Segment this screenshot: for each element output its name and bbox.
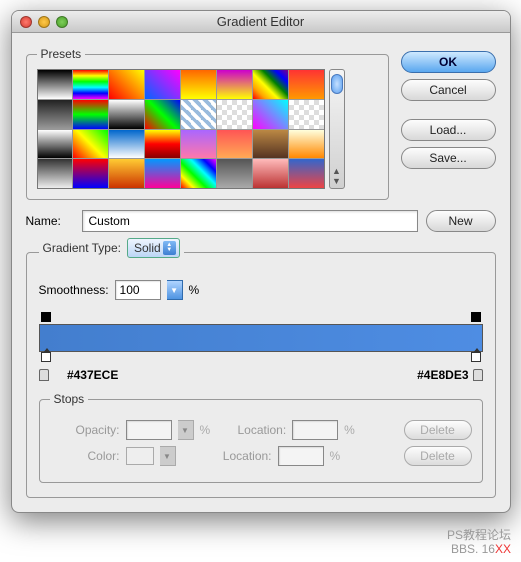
- presets-scrollbar[interactable]: ▲ ▼: [329, 69, 345, 189]
- opacity-row: Opacity: ▼ % Location: % Delete: [50, 420, 472, 440]
- preset-swatch[interactable]: [73, 159, 108, 188]
- preset-swatch[interactable]: [109, 70, 144, 99]
- lock-icon: [39, 369, 49, 381]
- zoom-icon[interactable]: [56, 16, 68, 28]
- color-location-label: Location:: [202, 449, 272, 463]
- gradient-editor-window: Gradient Editor Presets ▲ ▼ OK: [11, 10, 511, 513]
- window-title: Gradient Editor: [12, 14, 510, 29]
- preset-swatch[interactable]: [253, 159, 288, 188]
- gradient-area: #437ECE #4E8DE3: [39, 312, 483, 382]
- color-dropdown-icon: ▼: [160, 446, 176, 466]
- color-stop-right[interactable]: [471, 352, 481, 362]
- load-button[interactable]: Load...: [401, 119, 496, 141]
- preset-swatch[interactable]: [38, 130, 73, 159]
- preset-swatch[interactable]: [109, 130, 144, 159]
- scroll-up-icon[interactable]: ▲: [332, 166, 341, 176]
- opacity-dropdown-icon: ▼: [178, 420, 194, 440]
- color-label: Color:: [50, 449, 120, 463]
- preset-swatch[interactable]: [253, 130, 288, 159]
- chevron-updown-icon: ▲▼: [163, 241, 176, 255]
- preset-swatch[interactable]: [109, 100, 144, 129]
- close-icon[interactable]: [20, 16, 32, 28]
- minimize-icon[interactable]: [38, 16, 50, 28]
- cancel-button[interactable]: Cancel: [401, 79, 496, 101]
- color-row: Color: ▼ Location: % Delete: [50, 446, 472, 466]
- opacity-location-label: Location:: [216, 423, 286, 437]
- opacity-stop-left[interactable]: [41, 312, 51, 322]
- stops-legend: Stops: [50, 392, 89, 406]
- preset-swatch[interactable]: [253, 70, 288, 99]
- new-button[interactable]: New: [426, 210, 496, 232]
- preset-swatch[interactable]: [253, 100, 288, 129]
- preset-swatch[interactable]: [73, 100, 108, 129]
- window-body: Presets ▲ ▼ OK Cancel Load...: [12, 33, 510, 512]
- delete-opacity-stop-button: Delete: [404, 420, 472, 440]
- opacity-location-input: [292, 420, 338, 440]
- smoothness-dropdown-icon[interactable]: ▼: [167, 280, 183, 300]
- name-row: Name: New: [26, 210, 496, 232]
- opacity-stops: [39, 312, 483, 324]
- color-stop-left[interactable]: [41, 352, 51, 362]
- opacity-unit: %: [200, 423, 211, 437]
- scroll-thumb[interactable]: [331, 74, 343, 94]
- smoothness-row: Smoothness: ▼ %: [39, 280, 483, 300]
- preset-swatch[interactable]: [109, 159, 144, 188]
- preset-swatch[interactable]: [145, 130, 180, 159]
- preset-swatch[interactable]: [145, 70, 180, 99]
- gradient-type-select[interactable]: Solid ▲▼: [127, 238, 180, 258]
- preset-swatch[interactable]: [217, 70, 252, 99]
- gradient-type-fieldset: Gradient Type: Solid ▲▼ Smoothness: ▼ %: [26, 242, 496, 498]
- name-input[interactable]: [82, 210, 418, 232]
- preset-swatch[interactable]: [38, 100, 73, 129]
- action-buttons: OK Cancel Load... Save...: [401, 47, 496, 200]
- delete-color-stop-button: Delete: [404, 446, 472, 466]
- save-button[interactable]: Save...: [401, 147, 496, 169]
- smoothness-label: Smoothness:: [39, 283, 109, 297]
- titlebar[interactable]: Gradient Editor: [12, 11, 510, 33]
- preset-swatch[interactable]: [217, 130, 252, 159]
- preset-swatch[interactable]: [217, 159, 252, 188]
- opacity-location-unit: %: [344, 423, 355, 437]
- opacity-input: [126, 420, 172, 440]
- preset-swatch[interactable]: [289, 130, 324, 159]
- color-stops: [39, 352, 483, 364]
- preset-swatch[interactable]: [289, 159, 324, 188]
- preset-swatch[interactable]: [181, 130, 216, 159]
- preset-swatch[interactable]: [289, 70, 324, 99]
- gradient-type-legend: Gradient Type: Solid ▲▼: [39, 242, 184, 262]
- hex-row: #437ECE #4E8DE3: [39, 368, 483, 382]
- preset-swatch[interactable]: [181, 70, 216, 99]
- preset-grid[interactable]: [37, 69, 325, 189]
- name-label: Name:: [26, 214, 74, 228]
- color-location-unit: %: [330, 449, 341, 463]
- preset-swatch[interactable]: [38, 70, 73, 99]
- scroll-down-icon[interactable]: ▼: [332, 176, 341, 186]
- preset-swatch[interactable]: [73, 70, 108, 99]
- presets-legend: Presets: [37, 47, 86, 61]
- color-location-input: [278, 446, 324, 466]
- lock-icon: [473, 369, 483, 381]
- preset-swatch[interactable]: [38, 159, 73, 188]
- preset-swatch[interactable]: [73, 130, 108, 159]
- preset-swatch[interactable]: [217, 100, 252, 129]
- opacity-label: Opacity:: [50, 423, 120, 437]
- left-hex: #437ECE: [53, 368, 119, 382]
- stops-fieldset: Stops Opacity: ▼ % Location: % Delete Co…: [39, 392, 483, 483]
- smoothness-unit: %: [189, 283, 200, 297]
- preset-swatch[interactable]: [145, 159, 180, 188]
- smoothness-input[interactable]: [115, 280, 161, 300]
- preset-swatch[interactable]: [145, 100, 180, 129]
- color-well: [126, 447, 154, 465]
- watermark: PS教程论坛 BBS. 16XX: [447, 528, 511, 556]
- ok-button[interactable]: OK: [401, 51, 496, 73]
- preset-swatch[interactable]: [181, 100, 216, 129]
- gradient-bar[interactable]: [39, 324, 483, 352]
- preset-swatch[interactable]: [289, 100, 324, 129]
- presets-fieldset: Presets ▲ ▼: [26, 47, 389, 200]
- preset-swatch[interactable]: [181, 159, 216, 188]
- opacity-stop-right[interactable]: [471, 312, 481, 322]
- traffic-lights: [20, 16, 68, 28]
- right-hex: #4E8DE3: [403, 368, 469, 382]
